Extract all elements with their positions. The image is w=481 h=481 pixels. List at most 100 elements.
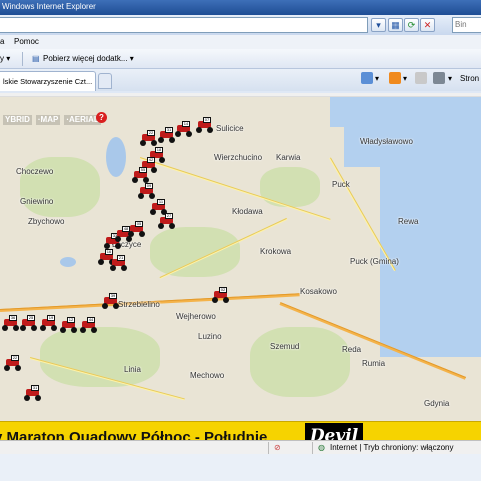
- window-title: Windows Internet Explorer: [2, 2, 96, 11]
- quad-marker[interactable]: 31: [24, 385, 41, 401]
- quad-number: 05: [135, 221, 143, 227]
- wheel: [186, 131, 192, 137]
- internet-zone-icon: ◍: [318, 443, 325, 452]
- wheel: [102, 303, 108, 309]
- get-more-addons-link[interactable]: Pobierz więcej dodatk... ▾: [43, 54, 134, 63]
- quad-marker[interactable]: 07: [196, 117, 213, 133]
- menu-item-help[interactable]: Pomoc: [14, 37, 39, 46]
- quad-marker[interactable]: 22: [4, 355, 21, 371]
- security-icon[interactable]: ⊘: [274, 443, 281, 452]
- help-icon[interactable]: ?: [96, 112, 107, 123]
- town-label: Reda: [342, 345, 362, 354]
- quad-number: 14: [182, 121, 190, 127]
- search-placeholder: Bin: [455, 20, 467, 29]
- wheel: [158, 223, 164, 229]
- quad-marker[interactable]: 31: [158, 127, 175, 143]
- quad-marker[interactable]: 09: [138, 183, 155, 199]
- wheel: [196, 127, 202, 133]
- refresh-icon[interactable]: ⟳: [404, 18, 419, 32]
- wheel: [2, 325, 8, 331]
- town-label: Puck (Gmina): [350, 257, 399, 266]
- quad-marker[interactable]: 05: [128, 221, 145, 237]
- quad-number: 55: [139, 167, 147, 173]
- compatibility-icon[interactable]: ▦: [388, 18, 403, 32]
- quad-marker[interactable]: 19: [40, 315, 57, 331]
- wheel: [98, 259, 104, 265]
- banner-text: y Maraton Quadowy Północ - Południe: [0, 429, 268, 440]
- wheel: [139, 231, 145, 237]
- town-label: Linia: [124, 365, 141, 374]
- wheel: [71, 327, 77, 333]
- browser-window: Windows Internet Explorer ▾ ▦ ⟳ ✕ Bin a …: [0, 0, 481, 481]
- wheel: [121, 265, 127, 271]
- wheel: [132, 177, 138, 183]
- town-label: Karwia: [276, 153, 301, 162]
- stop-icon[interactable]: ✕: [420, 18, 435, 32]
- forest-area: [150, 227, 240, 277]
- town-label: Kłodawa: [232, 207, 263, 216]
- links-toolbar: y ▾ ▤ Pobierz więcej dodatk... ▾: [0, 49, 481, 69]
- quad-number: 25: [27, 315, 35, 321]
- quad-number: 36: [9, 315, 17, 321]
- favorites-dropdown[interactable]: y ▾: [0, 54, 10, 63]
- search-input[interactable]: Bin: [452, 17, 481, 33]
- taskbar-area: [0, 454, 481, 481]
- quad-number: 22: [11, 355, 19, 361]
- wheel: [91, 327, 97, 333]
- menu-bar: a Pomoc: [0, 35, 481, 49]
- quad-marker[interactable]: 02: [212, 287, 229, 303]
- address-input[interactable]: [0, 17, 368, 33]
- quad-marker[interactable]: 44: [80, 317, 97, 333]
- map-view[interactable]: Sulicice Puck Puck (Gmina) Władysławowo …: [0, 97, 481, 440]
- map-type-switcher: YBRID ·MAP ·AERIAL: [0, 113, 104, 127]
- quad-marker[interactable]: 55: [132, 167, 149, 183]
- quad-marker[interactable]: 21: [110, 255, 127, 271]
- feeds-dropdown-icon[interactable]: ▾: [403, 74, 407, 83]
- quad-marker[interactable]: 25: [20, 315, 37, 331]
- mail-icon[interactable]: [415, 72, 427, 84]
- town-label: Władysławowo: [360, 137, 413, 146]
- dropdown-arrow-icon[interactable]: ▾: [371, 18, 386, 32]
- print-dropdown-icon[interactable]: ▾: [448, 74, 452, 83]
- town-label: Krokowa: [260, 247, 292, 256]
- lake-zarnowieckie: [106, 137, 126, 177]
- quad-number: 12: [67, 317, 75, 323]
- home-dropdown-icon[interactable]: ▾: [375, 74, 379, 83]
- forest-area: [250, 327, 350, 397]
- home-icon[interactable]: [361, 72, 373, 84]
- page-menu-button[interactable]: Stron: [460, 74, 479, 83]
- event-banner: y Maraton Quadowy Północ - Południe Devi…: [0, 421, 481, 440]
- wheel: [128, 231, 134, 237]
- status-separator: [268, 442, 269, 454]
- map-type-hybrid[interactable]: YBRID: [3, 115, 32, 125]
- tab-row: lskie Stowarzyszenie Czt... ▾ ▾ ▾ Stron: [0, 69, 481, 91]
- wheel: [151, 167, 157, 173]
- print-icon[interactable]: [433, 72, 445, 84]
- wheel: [138, 193, 144, 199]
- wheel: [24, 395, 30, 401]
- quad-marker[interactable]: 36: [2, 315, 19, 331]
- wheel: [207, 127, 213, 133]
- feeds-icon[interactable]: [389, 72, 401, 84]
- wheel: [15, 365, 21, 371]
- tab-active[interactable]: lskie Stowarzyszenie Czt...: [0, 71, 96, 91]
- toolbar-separator: [22, 52, 23, 66]
- quad-number: 31: [31, 385, 39, 391]
- quad-marker[interactable]: 22: [140, 130, 157, 146]
- status-separator: [312, 442, 313, 454]
- quad-number: 44: [87, 317, 95, 323]
- wheel: [175, 131, 181, 137]
- page-content: Sulicice Puck Puck (Gmina) Władysławowo …: [0, 93, 481, 440]
- quad-marker[interactable]: 12: [60, 317, 77, 333]
- security-zone-text[interactable]: Internet | Tryb chroniony: włączony: [330, 443, 453, 452]
- quad-marker[interactable]: 14: [175, 121, 192, 137]
- quad-number: 19: [47, 315, 55, 321]
- quad-marker[interactable]: 27: [158, 213, 175, 229]
- status-bar: ⊘ ◍ Internet | Tryb chroniony: włączony: [0, 440, 481, 454]
- new-tab-button[interactable]: [98, 73, 112, 89]
- map-type-map[interactable]: ·MAP: [35, 115, 61, 125]
- menu-item-view[interactable]: a: [0, 37, 4, 46]
- quad-marker[interactable]: 39: [102, 293, 119, 309]
- quad-number: 11: [157, 199, 165, 205]
- town-label: Wejherowo: [176, 312, 216, 321]
